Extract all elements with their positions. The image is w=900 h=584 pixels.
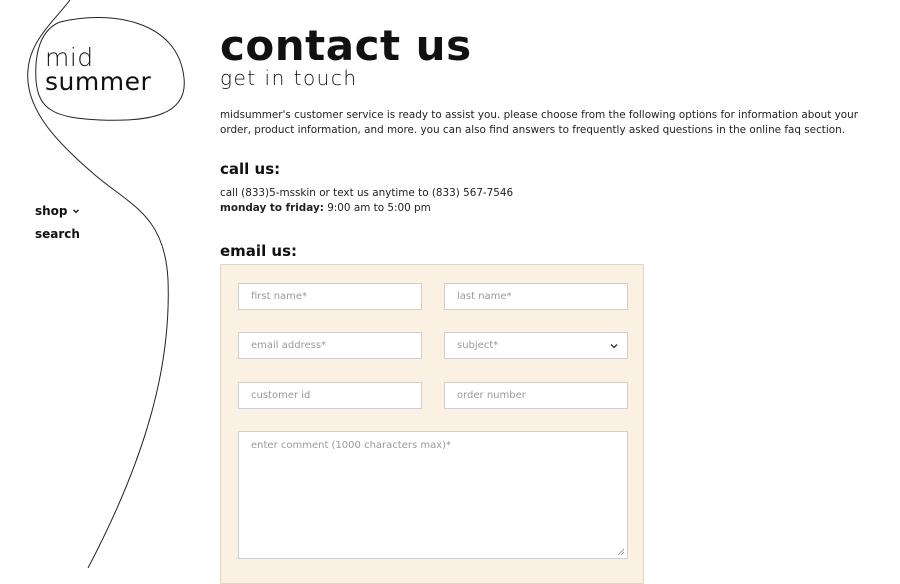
email-us-heading: email us: (220, 242, 298, 260)
customer-id-placeholder: customer id (251, 390, 311, 401)
nav-item-shop[interactable]: shop (35, 204, 80, 218)
nav-item-search-label: search (35, 227, 80, 241)
brand-logo-line2: summer (45, 66, 152, 96)
order-number-placeholder: order number (457, 390, 526, 401)
last-name-field[interactable]: last name* (444, 283, 628, 310)
email-field[interactable]: email address* (238, 332, 422, 359)
main-content: contact us get in touch midsummer's cust… (220, 21, 880, 261)
chevron-down-icon (610, 343, 618, 348)
chevron-down-icon (72, 209, 79, 214)
intro-text: midsummer's customer service is ready to… (220, 109, 859, 136)
page-subtitle: get in touch (220, 66, 358, 90)
hours-label: monday to friday: (220, 202, 324, 214)
call-info: call (833)5-msskin or text us anytime to… (220, 186, 880, 216)
hours-value: 9:00 am to 5:00 pm (327, 202, 431, 214)
comment-textarea[interactable]: enter comment (1000 characters max)* (238, 431, 628, 559)
nav-item-search[interactable]: search (35, 227, 80, 241)
brand-logo[interactable]: mid summer (45, 45, 152, 96)
last-name-placeholder: last name* (457, 291, 512, 302)
first-name-field[interactable]: first name* (238, 283, 422, 310)
page-title: contact us (220, 21, 472, 70)
call-hours-line: monday to friday: 9:00 am to 5:00 pm (220, 201, 880, 216)
call-phone-line: call (833)5-msskin or text us anytime to… (220, 187, 514, 199)
comment-placeholder: enter comment (1000 characters max)* (251, 440, 452, 451)
call-us-heading: call us: (220, 160, 281, 178)
customer-id-field[interactable]: customer id (238, 382, 422, 409)
resize-handle-icon[interactable] (617, 548, 625, 556)
order-number-field[interactable]: order number (444, 382, 628, 409)
contact-form: first name* last name* email address* su… (220, 264, 644, 584)
first-name-placeholder: first name* (251, 291, 308, 302)
nav-item-shop-label: shop (35, 204, 68, 218)
subject-select[interactable]: subject* (444, 332, 628, 359)
sidebar-nav: shop search (35, 204, 80, 250)
subject-placeholder: subject* (457, 340, 499, 351)
email-placeholder: email address* (251, 340, 327, 351)
